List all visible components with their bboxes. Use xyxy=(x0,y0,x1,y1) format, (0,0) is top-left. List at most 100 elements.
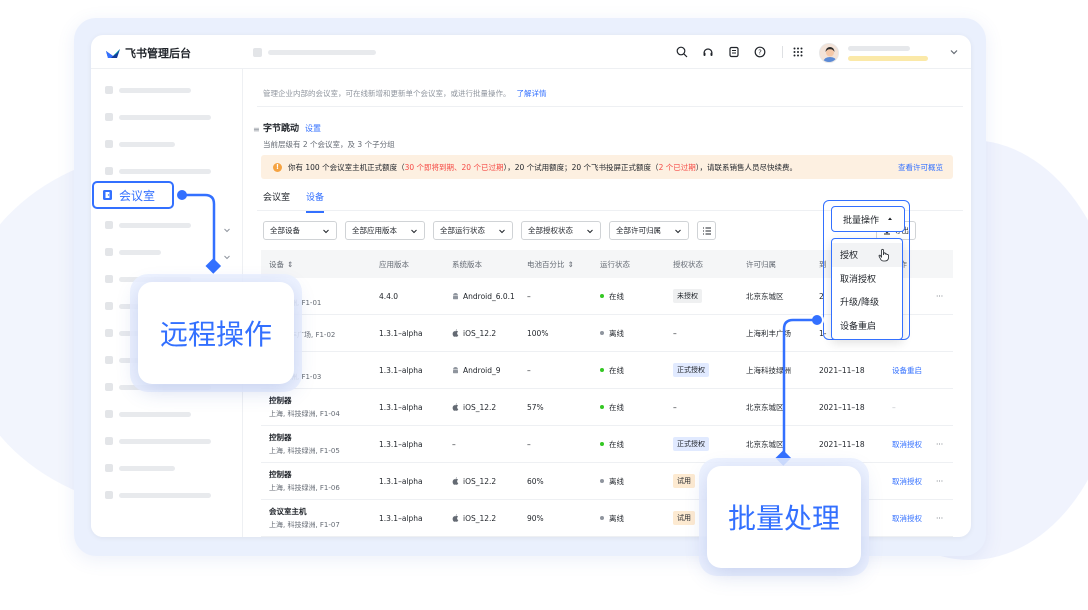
sidebar-item[interactable] xyxy=(105,113,211,121)
list-icon xyxy=(702,227,711,234)
os-version: iOS_12.2 xyxy=(463,513,497,523)
sidebar-item[interactable] xyxy=(105,437,211,445)
batch-operation-button[interactable]: 批量操作 xyxy=(831,206,905,232)
help-icon[interactable]: ? xyxy=(753,45,767,59)
callout-batch-processing: 批量处理 xyxy=(707,466,861,568)
filter-label: 全部运行状态 xyxy=(440,226,485,235)
chevron-down-icon xyxy=(675,229,681,233)
status-text: 离线 xyxy=(609,328,624,338)
filter-auth-status[interactable]: 全部授权状态 xyxy=(521,221,601,240)
notice-text: 你有 100 个会议室主机正式额度（ xyxy=(288,162,405,172)
menu-label: 设备重启 xyxy=(840,321,877,332)
divider xyxy=(257,106,963,107)
license-overview-link[interactable]: 查看许可概览 xyxy=(898,162,943,173)
sidebar-item-meeting-rooms[interactable]: 会议室 xyxy=(92,181,174,209)
sidebar-item[interactable] xyxy=(105,221,191,229)
brand-name: 飞书管理后台 xyxy=(125,47,191,60)
sidebar-item[interactable] xyxy=(105,248,161,256)
filter-run-status[interactable]: 全部运行状态 xyxy=(433,221,513,240)
table-row[interactable]: 子 科技绿洲, F1-03 1.3.1–alpha Android_9 – 在线… xyxy=(261,352,953,389)
row-more-icon[interactable]: ··· xyxy=(936,278,943,314)
status-cell: 离线 xyxy=(600,315,624,351)
filter-license[interactable]: 全部许可归属 xyxy=(609,221,689,240)
app-grid-icon[interactable] xyxy=(791,45,805,59)
license: 北京东城区 xyxy=(746,402,784,412)
row-action-link[interactable]: 取消授权 xyxy=(892,426,922,462)
license: 上海科技绿洲 xyxy=(746,365,791,375)
os-cell: – xyxy=(452,426,456,462)
sidebar-item[interactable] xyxy=(105,86,191,94)
auth-cell: 试用 xyxy=(673,500,695,536)
callout-label: 远程操作 xyxy=(159,318,272,351)
filter-label: 全部应用版本 xyxy=(352,226,397,235)
license: 北京东城区 xyxy=(746,439,784,449)
app-version: 1.3.1–alpha xyxy=(379,513,423,523)
meeting-room-icon xyxy=(103,190,112,200)
top-bar: 飞书管理后台 ? xyxy=(91,35,971,69)
auth-text: – xyxy=(673,402,677,412)
org-title: 字节跳动 设置 xyxy=(263,121,321,134)
os-cell: Android_6.0.1 xyxy=(452,278,515,314)
notice-text: ），20 个试用额度；20 个飞书投屏正式额度（ xyxy=(503,162,659,172)
device-name: 控制器 xyxy=(269,470,292,479)
auth-cell: 正式授权 xyxy=(673,426,709,462)
os-version: Android_6.0.1 xyxy=(463,291,515,301)
drag-handle-icon[interactable]: ≡ xyxy=(253,125,260,134)
row-action-link[interactable]: 取消授权 xyxy=(892,463,922,499)
app-version: 1.3.1–alpha xyxy=(379,328,423,338)
col-battery[interactable]: 电池百分比 ⇕ xyxy=(527,250,574,278)
menu-item-revoke[interactable]: 取消授权 xyxy=(832,267,902,291)
filter-app-version[interactable]: 全部应用版本 xyxy=(345,221,425,240)
sidebar-item[interactable] xyxy=(105,167,211,175)
status-dot xyxy=(600,294,604,298)
sidebar-item[interactable] xyxy=(105,491,211,499)
user-avatar[interactable] xyxy=(819,43,839,63)
row-more-icon[interactable]: ··· xyxy=(936,463,943,499)
sidebar-item[interactable] xyxy=(105,464,175,472)
device-name: 控制器 xyxy=(269,433,292,442)
breadcrumb-placeholder xyxy=(268,50,376,55)
row-more-icon[interactable]: ··· xyxy=(936,500,943,536)
row-action-link[interactable]: – xyxy=(892,389,896,425)
chevron-down-icon xyxy=(499,229,505,233)
status-text: 在线 xyxy=(609,291,624,301)
brand-logo[interactable]: 飞书管理后台 xyxy=(105,45,191,61)
org-summary: 当前层级有 2 个会议室，及 3 个子分组 xyxy=(263,140,395,149)
headset-icon[interactable] xyxy=(701,45,715,59)
app-version: 4.4.0 xyxy=(379,291,399,301)
column-settings-button[interactable] xyxy=(697,221,716,240)
menu-item-authorize[interactable]: 授权 xyxy=(832,243,902,267)
notice-highlight: 2 个已过期 xyxy=(658,162,696,172)
battery: 57% xyxy=(527,402,544,412)
battery: – xyxy=(527,439,531,449)
apple-icon xyxy=(452,329,459,337)
chevron-down-icon[interactable] xyxy=(223,226,231,234)
sidebar-item[interactable] xyxy=(105,140,175,148)
description-text: 管理企业内部的会议室，可在线新增和更新单个会议室，或进行批量操作。 xyxy=(263,89,511,98)
org-settings-link[interactable]: 设置 xyxy=(305,124,321,133)
device-name: 控制器 xyxy=(269,396,292,405)
menu-item-restart[interactable]: 设备重启 xyxy=(832,314,902,338)
row-action-link[interactable]: 设备重启 xyxy=(892,352,922,388)
search-icon[interactable] xyxy=(675,45,689,59)
filter-device[interactable]: 全部设备 xyxy=(263,221,337,240)
sidebar-item[interactable] xyxy=(105,410,191,418)
os-cell: iOS_12.2 xyxy=(452,463,496,499)
auth-cell: – xyxy=(673,389,677,425)
status-cell: 在线 xyxy=(600,352,624,388)
status-cell: 在线 xyxy=(600,389,624,425)
menu-label: 取消授权 xyxy=(840,274,877,285)
app-version: 1.3.1–alpha xyxy=(379,365,423,375)
chevron-down-icon[interactable] xyxy=(949,47,959,57)
device-cell: 控制器 上海, 科技绿洲, F1-04 xyxy=(269,389,340,425)
table-row[interactable]: 控制器 上海, 科技绿洲, F1-04 1.3.1–alpha iOS_12.2… xyxy=(261,389,953,426)
chevron-down-icon[interactable] xyxy=(223,253,231,261)
notes-icon[interactable] xyxy=(727,45,741,59)
learn-more-link[interactable]: 了解详情 xyxy=(517,89,547,98)
row-action-link[interactable]: 取消授权 xyxy=(892,500,922,536)
row-more-icon[interactable]: ··· xyxy=(936,426,943,462)
menu-item-upgrade[interactable]: 升级/降级 xyxy=(832,290,902,314)
apple-icon xyxy=(452,477,459,485)
os-version: – xyxy=(452,439,456,449)
license-notice-banner: ! 你有 100 个会议室主机正式额度（ 30 个即将到期、20 个已过期 ），20… xyxy=(261,155,953,179)
